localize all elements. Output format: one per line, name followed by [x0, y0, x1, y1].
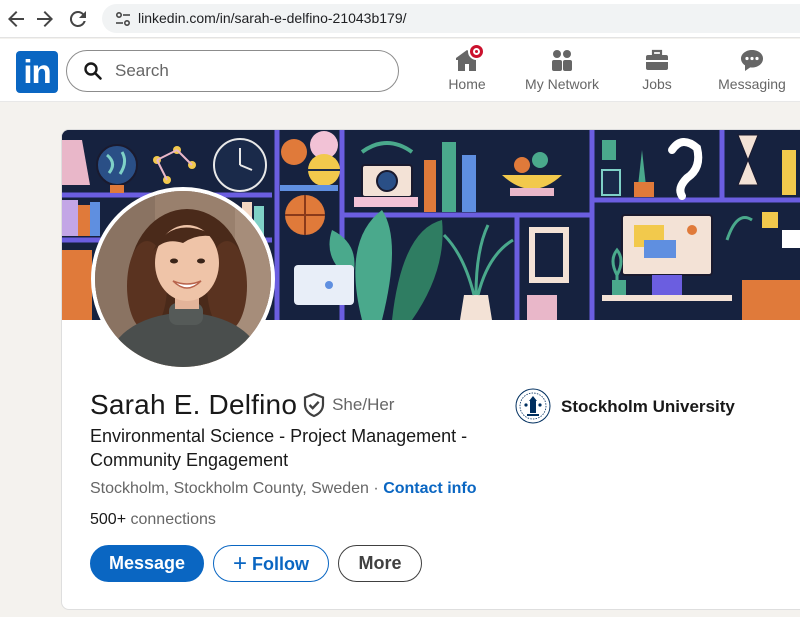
browser-toolbar: linkedin.com/in/sarah-e-delfino-21043b17…	[0, 0, 800, 38]
search-icon	[83, 61, 103, 81]
url-text: linkedin.com/in/sarah-e-delfino-21043b17…	[138, 10, 407, 26]
follow-button[interactable]: + Follow	[213, 545, 329, 582]
profile-name: Sarah E. Delfino	[90, 389, 298, 420]
profile-headline: Environmental Science - Project Manageme…	[90, 426, 468, 470]
separator-dot: ·	[373, 480, 379, 497]
connections-count[interactable]: 500+ connections	[90, 511, 216, 529]
linkedin-header: in Home My Network Jobs Messaging	[0, 39, 800, 102]
nav-my-network[interactable]: My Network	[518, 47, 606, 97]
connections-suffix: connections	[130, 511, 216, 528]
reload-button[interactable]	[66, 7, 90, 31]
nav-jobs-label: Jobs	[642, 76, 672, 92]
address-bar[interactable]: linkedin.com/in/sarah-e-delfino-21043b17…	[102, 4, 800, 33]
name-row: Sarah E. Delfino She/Her	[90, 389, 394, 425]
nav-home[interactable]: Home	[440, 43, 494, 97]
nav-messaging-label: Messaging	[718, 76, 786, 92]
people-icon	[549, 47, 575, 73]
briefcase-icon	[644, 47, 670, 73]
education-name: Stockholm University	[561, 397, 735, 416]
reload-icon	[69, 10, 86, 27]
linkedin-logo[interactable]: in	[16, 51, 58, 93]
plus-icon: +	[232, 550, 247, 577]
location-row: Stockholm, Stockholm County, Sweden · Co…	[90, 480, 477, 498]
nav-messaging[interactable]: Messaging	[714, 47, 790, 97]
more-button[interactable]: More	[338, 545, 422, 582]
search-bar[interactable]	[66, 50, 399, 92]
message-button-label: Message	[108, 553, 186, 573]
stockholm-university-logo	[515, 388, 551, 424]
verified-shield-icon[interactable]	[302, 392, 326, 418]
profile-photo[interactable]	[91, 187, 275, 371]
back-button[interactable]	[4, 7, 28, 31]
chat-icon	[739, 47, 765, 73]
arrow-left-icon	[8, 11, 24, 27]
notification-badge	[468, 43, 485, 60]
pronouns: She/Her	[332, 395, 395, 414]
forward-button[interactable]	[33, 7, 57, 31]
search-input[interactable]	[115, 60, 375, 82]
nav-home-label: Home	[448, 76, 486, 92]
contact-info-link[interactable]: Contact info	[383, 480, 476, 497]
profile-card: Sarah E. Delfino She/Her Environmental Sc…	[61, 129, 800, 610]
follow-button-label: Follow	[252, 554, 309, 574]
nav-my-network-label: My Network	[525, 76, 599, 92]
profile-location: Stockholm, Stockholm County, Sweden	[90, 480, 369, 497]
home-icon	[454, 43, 485, 73]
nav-jobs[interactable]: Jobs	[636, 47, 678, 97]
arrow-right-icon	[37, 11, 53, 27]
more-button-label: More	[358, 553, 402, 573]
message-button[interactable]: Message	[90, 545, 204, 582]
connections-number: 500+	[90, 511, 127, 528]
tune-icon[interactable]	[114, 10, 132, 28]
